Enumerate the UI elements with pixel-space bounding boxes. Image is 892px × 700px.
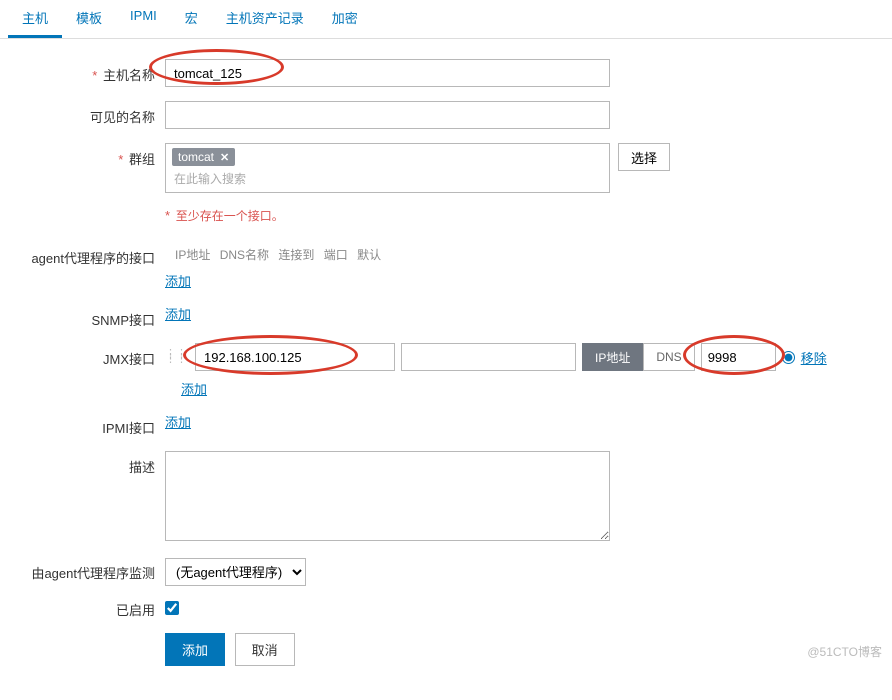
required-star: * [118,152,123,167]
groups-multiselect[interactable]: tomcat ✕ [165,143,610,193]
required-star: * [165,208,170,223]
drag-handle-icon[interactable]: ⋮⋮⋮⋮ [165,352,189,362]
snmp-add-link[interactable]: 添加 [165,307,191,322]
tab-template[interactable]: 模板 [62,0,116,38]
enabled-checkbox[interactable] [165,601,179,615]
jmx-interface-row: ⋮⋮⋮⋮ IP地址 DNS 移除 [165,343,892,371]
tab-macro[interactable]: 宏 [171,0,212,38]
groups-select-button[interactable]: 选择 [618,143,670,171]
jmx-port-input[interactable] [701,343,776,371]
label-agent-interface: agent代理程序的接口 [0,242,165,267]
monitored-by-select[interactable]: (无agent代理程序) [165,558,306,586]
tab-encryption[interactable]: 加密 [318,0,372,38]
label-enabled: 已启用 [0,600,165,619]
jmx-remove-link[interactable]: 移除 [801,348,827,367]
label-jmx-interface: JMX接口 [0,343,165,368]
label-ipmi-interface: IPMI接口 [0,412,165,437]
jmx-default-radio[interactable] [782,351,795,364]
ipmi-add-link[interactable]: 添加 [165,415,191,430]
label-snmp-interface: SNMP接口 [0,304,165,329]
label-description: 描述 [0,451,165,476]
jmx-ip-input[interactable] [195,343,395,371]
label-visiblename: 可见的名称 [0,101,165,126]
agent-add-link[interactable]: 添加 [165,274,191,289]
submit-button[interactable]: 添加 [165,633,225,666]
interface-header-row: IP地址 DNS名称 连接到 端口 默认 [165,242,892,271]
tab-inventory[interactable]: 主机资产记录 [212,0,318,38]
interface-error-msg: 至少存在一个接口。 [176,205,284,223]
group-tag-remove[interactable]: ✕ [220,151,229,164]
jmx-add-link[interactable]: 添加 [181,382,207,397]
description-textarea[interactable] [165,451,610,541]
watermark-text: @51CTO博客 [807,643,882,660]
tab-host[interactable]: 主机 [8,0,62,38]
tab-ipmi[interactable]: IPMI [116,0,171,38]
required-star: * [92,68,97,83]
config-tabs: 主机 模板 IPMI 宏 主机资产记录 加密 [0,0,892,39]
jmx-connect-toggle: IP地址 DNS [582,343,695,371]
host-form: * 主机名称 可见的名称 * 群组 tomcat ✕ [0,39,892,666]
label-monitored-by: 由agent代理程序监测 [0,563,165,582]
label-hostname: * 主机名称 [0,59,165,84]
visiblename-input[interactable] [165,101,610,129]
cancel-button[interactable]: 取消 [235,633,295,666]
jmx-dns-input[interactable] [401,343,576,371]
groups-search-input[interactable] [166,168,609,192]
toggle-dns[interactable]: DNS [643,343,694,371]
group-tag-tomcat: tomcat ✕ [172,148,235,166]
hostname-input[interactable] [165,59,610,87]
label-groups: * 群组 [0,143,165,168]
toggle-ip[interactable]: IP地址 [582,343,643,371]
